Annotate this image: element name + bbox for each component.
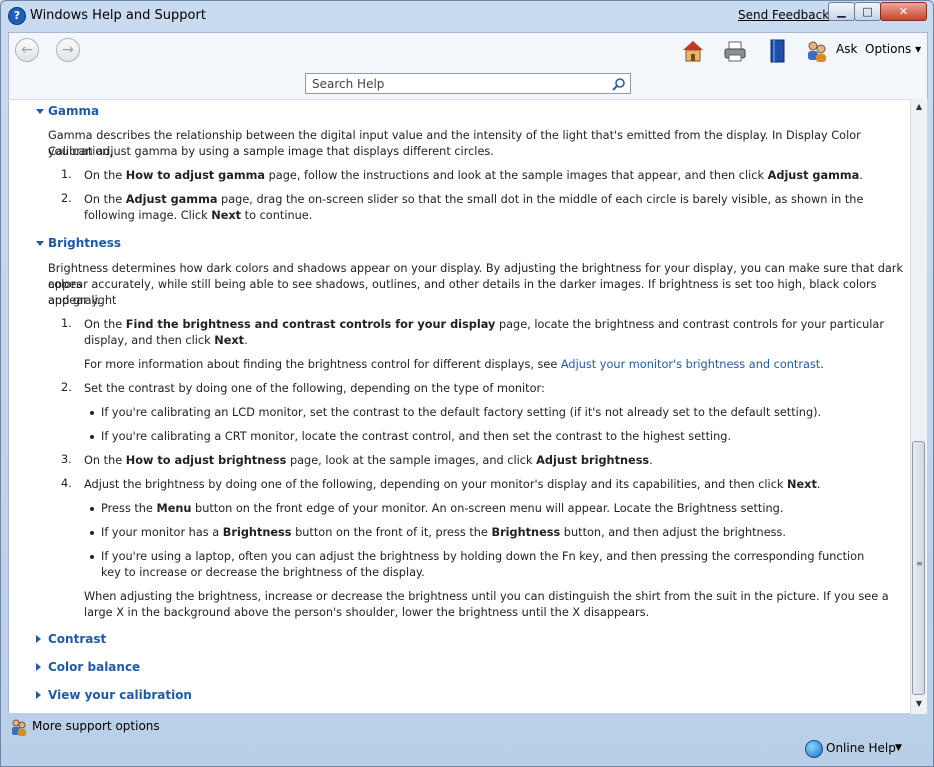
scroll-up-arrow-icon[interactable]: ▲ <box>911 99 927 115</box>
brightness-step4-number: 4. <box>61 477 72 490</box>
expanded-arrow-icon[interactable] <box>36 241 44 246</box>
brightness-intro-line2: appear accurately, while still being abl… <box>48 278 877 307</box>
bullet <box>90 531 94 535</box>
gamma-step2-line1: On the Adjust gamma page, drag the on-sc… <box>84 193 864 206</box>
gamma-step2-number: 2. <box>61 192 72 205</box>
support-people-icon[interactable] <box>10 718 28 736</box>
bullet <box>90 507 94 511</box>
brightness-step4: Adjust the brightness by doing one of th… <box>84 478 821 491</box>
brightness-step1-more: For more information about finding the b… <box>84 358 824 371</box>
search-icon[interactable] <box>612 77 626 91</box>
brightness-step4-bullet1: Press the Menu button on the front edge … <box>101 502 784 515</box>
brightness-step4-note-line2: large X in the background above the pers… <box>84 606 650 619</box>
contrast-heading[interactable]: Contrast <box>48 632 106 646</box>
gamma-step2-line2: following image. Click Next to continue. <box>84 209 313 222</box>
minimize-button[interactable]: ▁ <box>828 2 855 21</box>
monitor-brightness-link[interactable]: Adjust your monitor's brightness and con… <box>561 358 820 371</box>
collapsed-arrow-icon[interactable] <box>36 691 41 699</box>
people-icon[interactable] <box>805 39 829 63</box>
scroll-thumb[interactable]: ≡ <box>912 441 925 695</box>
bullet <box>90 435 94 439</box>
collapsed-arrow-icon[interactable] <box>36 635 41 643</box>
more-support-options-link[interactable]: More support options <box>32 719 160 733</box>
ask-button[interactable]: Ask <box>836 42 857 56</box>
send-feedback-link[interactable]: Send Feedback <box>738 8 829 22</box>
brightness-step1-number: 1. <box>61 317 72 330</box>
brightness-step2-number: 2. <box>61 381 72 394</box>
expanded-arrow-icon[interactable] <box>36 109 44 114</box>
online-help-menu[interactable]: Online Help <box>826 741 896 755</box>
globe-icon <box>805 740 823 758</box>
gamma-step1: On the How to adjust gamma page, follow … <box>84 169 863 182</box>
brightness-step2-bullet2: If you're calibrating a CRT monitor, loc… <box>101 430 732 443</box>
brightness-step2: Set the contrast by doing one of the fol… <box>84 382 545 395</box>
brightness-step4-bullet3-line1: If you're using a laptop, often you can … <box>101 550 865 563</box>
scroll-down-arrow-icon[interactable]: ▼ <box>911 696 927 712</box>
forward-button[interactable]: → <box>56 38 80 62</box>
gamma-intro-line2: you can adjust gamma by using a sample i… <box>48 145 494 158</box>
chevron-down-icon[interactable]: ▼ <box>895 743 902 753</box>
brightness-step2-bullet1: If you're calibrating an LCD monitor, se… <box>101 406 822 419</box>
gamma-heading[interactable]: Gamma <box>48 104 99 118</box>
search-input[interactable] <box>306 74 612 93</box>
options-menu[interactable]: Options ▾ <box>865 42 921 56</box>
brightness-step3-number: 3. <box>61 453 72 466</box>
search-box <box>305 73 631 94</box>
view-calibration-heading[interactable]: View your calibration <box>48 688 192 702</box>
bullet <box>90 411 94 415</box>
maximize-button[interactable]: □ <box>854 2 881 21</box>
help-question-icon: ? <box>8 7 26 25</box>
title-bar: ? Windows Help and Support Send Feedback… <box>1 1 933 31</box>
bullet <box>90 555 94 559</box>
collapsed-arrow-icon[interactable] <box>36 663 41 671</box>
window-title: Windows Help and Support <box>30 8 206 23</box>
help-article: Gamma Gamma describes the relationship b… <box>8 99 911 713</box>
color-balance-heading[interactable]: Color balance <box>48 660 140 674</box>
back-button[interactable]: ← <box>15 38 39 62</box>
close-button[interactable]: ✕ <box>880 2 927 21</box>
brightness-heading[interactable]: Brightness <box>48 236 121 250</box>
brightness-intro-line3: and gray. <box>48 294 101 307</box>
vertical-scrollbar[interactable]: ▲ ≡ ▼ <box>910 99 927 714</box>
status-bar: Online Help ▼ <box>8 737 926 759</box>
brightness-step4-bullet2: If your monitor has a Brightness button … <box>101 526 787 539</box>
gamma-step1-number: 1. <box>61 168 72 181</box>
help-window: ? Windows Help and Support Send Feedback… <box>0 0 934 767</box>
brightness-step4-bullet3-line2: key to increase or decrease the brightne… <box>101 566 425 579</box>
toolbar: ← → Ask Options ▾ <box>8 32 928 99</box>
book-icon[interactable] <box>766 39 790 63</box>
home-icon[interactable] <box>681 39 705 63</box>
brightness-step1-line2: display, and then click Next. <box>84 334 248 347</box>
printer-icon[interactable] <box>723 39 747 63</box>
grip-icon: ≡ <box>916 559 923 568</box>
footer: More support options Online Help ▼ <box>1 713 933 766</box>
brightness-step3: On the How to adjust brightness page, lo… <box>84 454 653 467</box>
brightness-step4-note-line1: When adjusting the brightness, increase … <box>84 590 889 603</box>
brightness-step1-line1: On the Find the brightness and contrast … <box>84 318 884 331</box>
